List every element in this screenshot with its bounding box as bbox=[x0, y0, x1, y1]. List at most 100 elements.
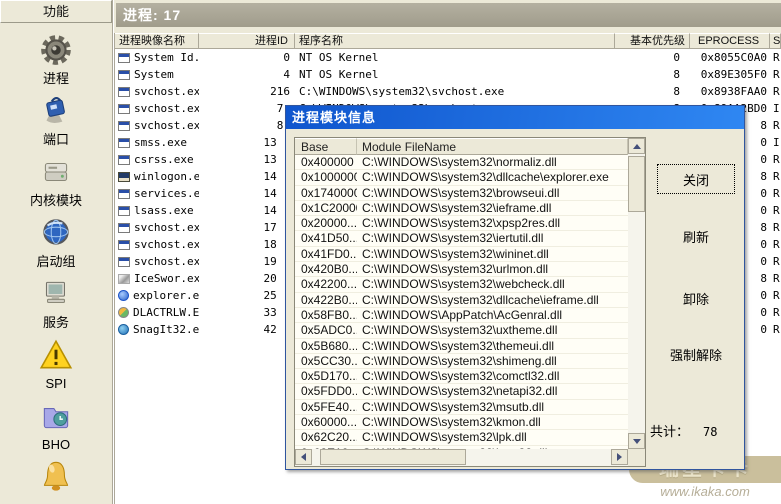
sidebar-item-spi[interactable]: SPI bbox=[0, 331, 112, 392]
scroll-left-button[interactable] bbox=[295, 449, 312, 465]
process-name-cell: csrss.exe bbox=[115, 151, 199, 168]
process-name: svchost.exe bbox=[134, 119, 199, 132]
module-row[interactable]: 0x60000... C:\WINDOWS\system32\kmon.dll bbox=[295, 415, 628, 431]
brand-url: www.ikaka.com bbox=[660, 484, 750, 499]
warning-icon bbox=[38, 335, 74, 375]
window-icon bbox=[118, 222, 130, 233]
module-row[interactable]: 0x400000 C:\WINDOWS\system32\normaliz.dll bbox=[295, 155, 628, 171]
state-cell: R bbox=[773, 187, 780, 200]
module-row[interactable]: 0x5CC30... C:\WINDOWS\system32\shimeng.dl… bbox=[295, 353, 628, 370]
program-path-cell: NT OS Kernel bbox=[299, 51, 379, 64]
module-row[interactable]: 0x41FD0... C:\WINDOWS\system32\wininet.dl… bbox=[295, 246, 628, 263]
app-window: 功能 进程 端口 内核模块 启动组 服务 SPI BHO 进程: 17 进程映像名称 进程I… bbox=[0, 0, 781, 504]
module-row[interactable]: 0x5FDD0... C:\WINDOWS\system32\netapi32.d… bbox=[295, 384, 628, 400]
window-icon bbox=[118, 256, 130, 267]
module-row[interactable]: 0x5B680... C:\WINDOWS\system32\themeui.dl… bbox=[295, 338, 628, 354]
state-cell: R bbox=[773, 238, 780, 251]
module-base-cell: 0x20000... bbox=[301, 216, 357, 231]
module-base-cell: 0x5CC30... bbox=[301, 353, 357, 368]
globe-icon bbox=[38, 213, 74, 253]
process-id-cell: 4 bbox=[283, 68, 290, 81]
dialog-title: 进程模块信息 bbox=[292, 110, 377, 125]
process-name-cell: DLACTRLW.EXE bbox=[115, 304, 199, 321]
process-name-cell: svchost.exe bbox=[115, 100, 199, 117]
process-name: DLACTRLW.EXE bbox=[133, 306, 199, 319]
column-header-image-name[interactable]: 进程映像名称 bbox=[115, 33, 199, 49]
vertical-scroll-track[interactable] bbox=[628, 154, 645, 433]
scroll-down-button[interactable] bbox=[628, 433, 645, 449]
module-row[interactable]: 0x1740000 C:\WINDOWS\system32\browseui.dl… bbox=[295, 185, 628, 201]
table-row[interactable]: System 4 NT OS Kernel 8 0x89E305F0 R bbox=[115, 66, 781, 83]
module-base-cell: 0x5FE40... bbox=[301, 399, 357, 414]
process-name: svchost.exe bbox=[134, 238, 199, 251]
vertical-scrollbar[interactable] bbox=[628, 138, 645, 466]
window-icon bbox=[118, 205, 130, 216]
column-header-base[interactable]: Base bbox=[295, 138, 357, 155]
module-list-header: Base Module FileName bbox=[295, 138, 628, 155]
state-cell: R bbox=[773, 306, 780, 319]
force-unload-button[interactable]: 强制解除 bbox=[657, 342, 735, 366]
process-name: System Id... bbox=[134, 51, 199, 64]
process-id-cell: 14 bbox=[263, 204, 290, 217]
module-path-cell: C:\WINDOWS\system32\ieframe.dll bbox=[362, 200, 552, 215]
sidebar-item-bho[interactable]: BHO bbox=[0, 392, 112, 453]
scroll-up-button[interactable] bbox=[628, 138, 645, 154]
process-table-header: 进程映像名称 进程ID 程序名称 基本优先级 EPROCESS S bbox=[115, 33, 781, 49]
state-cell: R bbox=[773, 68, 780, 81]
module-row[interactable]: 0x62C20... C:\WINDOWS\system32\lpk.dll bbox=[295, 430, 628, 446]
module-row[interactable]: 0x20000... C:\WINDOWS\system32\xpsp2res.d… bbox=[295, 216, 628, 232]
module-row[interactable]: 0x5ADC0... C:\WINDOWS\system32\uxtheme.dl… bbox=[295, 323, 628, 339]
module-row[interactable]: 0x5FE40... C:\WINDOWS\system32\msutb.dll bbox=[295, 399, 628, 416]
module-path-cell: C:\WINDOWS\system32\xpsp2res.dll bbox=[362, 216, 561, 231]
column-header-priority[interactable]: 基本优先级 bbox=[615, 33, 690, 49]
module-row[interactable]: 0x1C20000 C:\WINDOWS\system32\ieframe.dll bbox=[295, 200, 628, 217]
column-header-pid[interactable]: 进程ID bbox=[199, 33, 295, 49]
process-count-bar: 进程: 17 bbox=[116, 3, 781, 27]
sidebar-item-alerts[interactable] bbox=[0, 453, 112, 504]
window-icon bbox=[118, 154, 130, 165]
module-total: 共计： 78 bbox=[650, 421, 717, 440]
module-row[interactable]: 0x41D50... C:\WINDOWS\system32\iertutil.d… bbox=[295, 231, 628, 247]
module-row[interactable]: 0x42200... C:\WINDOWS\system32\webcheck.d… bbox=[295, 277, 628, 293]
module-rows: 0x400000 C:\WINDOWS\system32\normaliz.dll… bbox=[295, 155, 628, 449]
column-header-program[interactable]: 程序名称 bbox=[295, 33, 615, 49]
module-row[interactable]: 0x1000000 C:\WINDOWS\system32\dllcache\ex… bbox=[295, 170, 628, 186]
module-path-cell: C:\WINDOWS\system32\dllcache\ieframe.dll bbox=[362, 292, 599, 307]
module-path-cell: C:\WINDOWS\system32\netapi32.dll bbox=[362, 384, 558, 399]
column-header-module-filename[interactable]: Module FileName bbox=[357, 138, 628, 155]
sidebar-item-startup-group[interactable]: 启动组 bbox=[0, 209, 112, 270]
sidebar-item-services[interactable]: 服务 bbox=[0, 270, 112, 331]
scroll-right-button[interactable] bbox=[611, 449, 628, 465]
horizontal-scroll-thumb[interactable] bbox=[320, 449, 466, 465]
column-header-eprocess[interactable]: EPROCESS bbox=[690, 33, 770, 49]
sidebar-item-label: BHO bbox=[41, 437, 71, 452]
process-id-cell: 20 bbox=[263, 272, 290, 285]
program-path-cell: C:\WINDOWS\system32\svchost.exe bbox=[299, 85, 505, 98]
refresh-button[interactable]: 刷新 bbox=[657, 224, 735, 248]
horizontal-scroll-track[interactable] bbox=[312, 449, 611, 466]
module-row[interactable]: 0x5D170... C:\WINDOWS\system32\comctl32.d… bbox=[295, 369, 628, 385]
close-button[interactable]: 关闭 bbox=[657, 164, 735, 194]
horizontal-scrollbar[interactable] bbox=[295, 449, 628, 466]
module-path-cell: C:\WINDOWS\system32\urlmon.dll bbox=[362, 262, 549, 277]
eprocess-cell: 0x89E305F0 bbox=[700, 68, 767, 81]
module-base-cell: 0x422B0... bbox=[301, 292, 357, 307]
module-row[interactable]: 0x422B0... C:\WINDOWS\system32\dllcache\i… bbox=[295, 292, 628, 308]
dialog-titlebar[interactable]: 进程模块信息 bbox=[286, 106, 744, 129]
table-row[interactable]: svchost.exe 216 C:\WINDOWS\system32\svchos… bbox=[115, 83, 781, 100]
module-row[interactable]: 0x420B0... C:\WINDOWS\system32\urlmon.dll bbox=[295, 262, 628, 278]
vertical-scroll-thumb[interactable] bbox=[628, 156, 645, 212]
sidebar-item-process[interactable]: 进程 bbox=[0, 26, 112, 87]
module-row[interactable]: 0x58FB0... C:\WINDOWS\AppPatch\AcGenral.d… bbox=[295, 307, 628, 324]
sidebar-item-label: SPI bbox=[45, 376, 67, 391]
unload-button[interactable]: 卸除 bbox=[657, 286, 735, 310]
process-name-cell: svchost.exe bbox=[115, 253, 199, 270]
sidebar-item-ports[interactable]: 端口 bbox=[0, 87, 112, 148]
eprocess-cell: 0x8055C0A0 bbox=[700, 51, 767, 64]
table-row[interactable]: System Id... 0 NT OS Kernel 0 0x8055C0A0 R bbox=[115, 49, 781, 66]
process-name-cell: System bbox=[115, 66, 199, 83]
column-header-state[interactable]: S bbox=[770, 33, 781, 49]
process-name-cell: IceSwor.exe bbox=[115, 270, 199, 287]
sidebar-item-kernel-modules[interactable]: 内核模块 bbox=[0, 148, 112, 209]
dlactrlw-icon bbox=[118, 307, 129, 318]
